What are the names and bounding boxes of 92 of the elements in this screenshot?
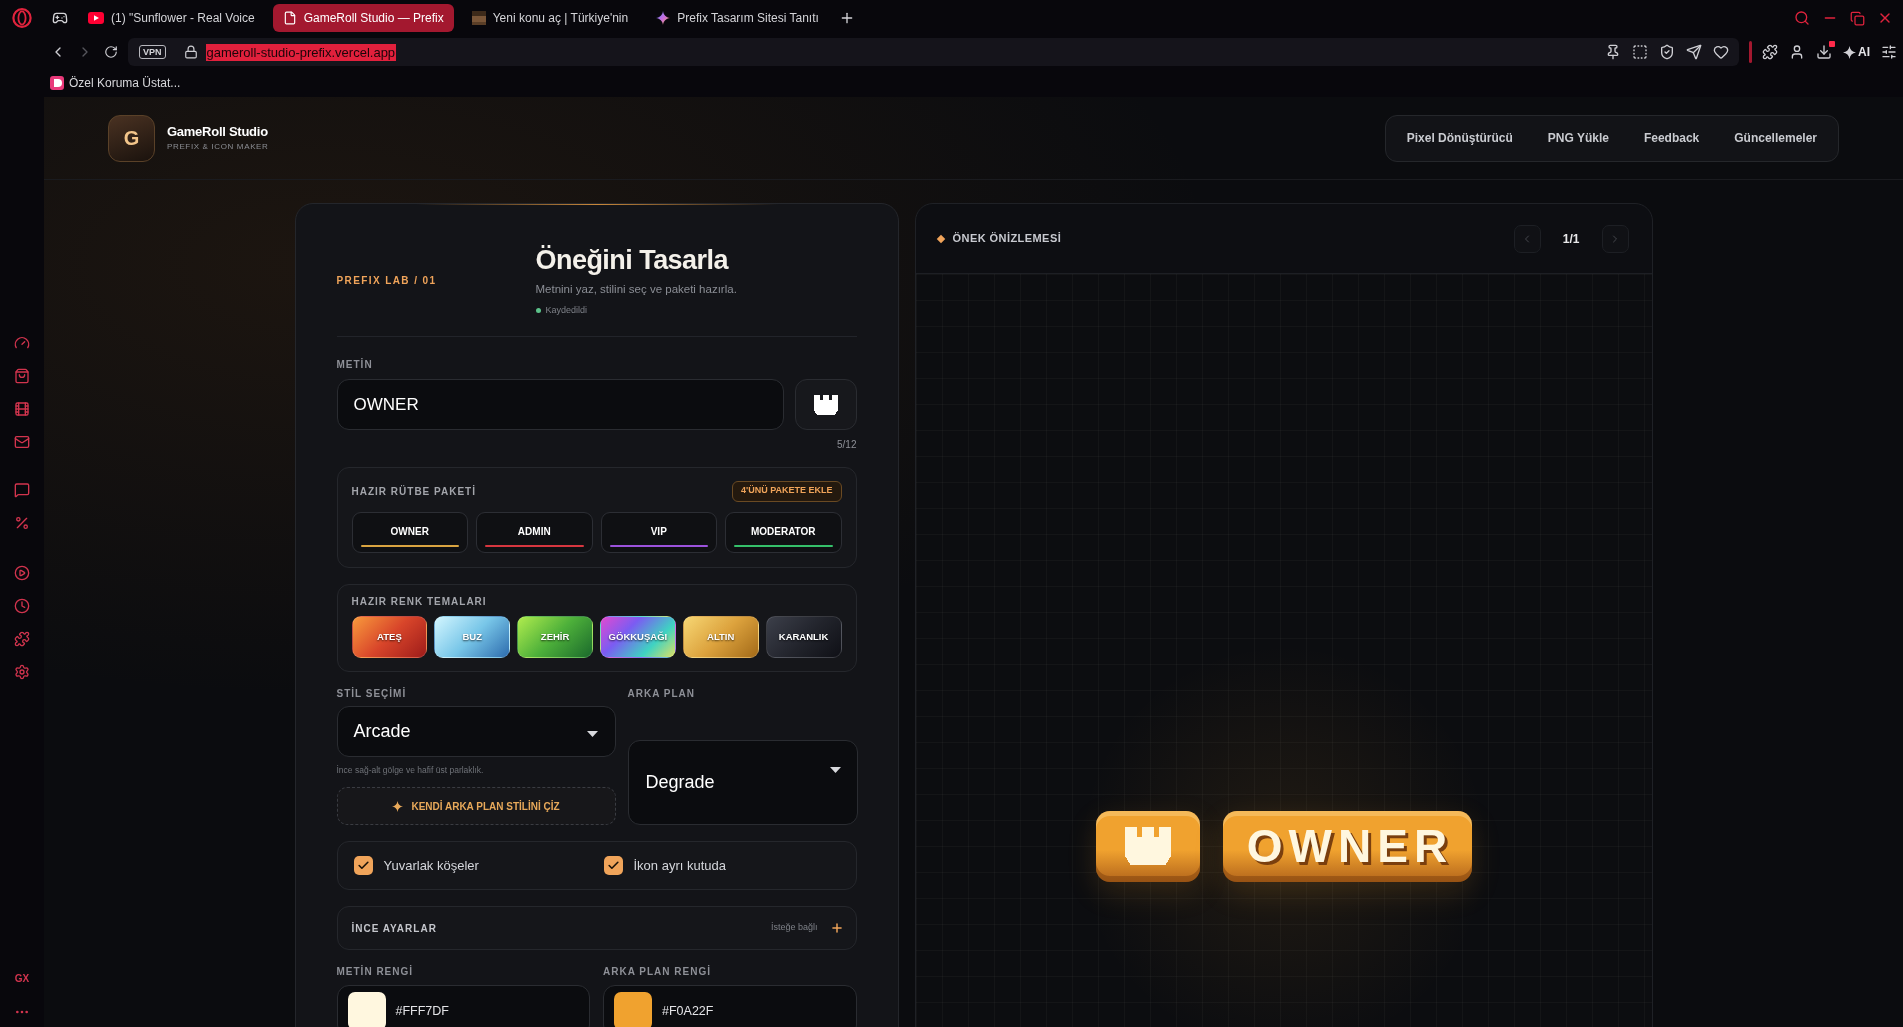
plus-icon[interactable] (829, 921, 844, 935)
browser-tab[interactable]: Prefix Tasarım Sitesi Tanıtı (646, 4, 829, 32)
check-icon (356, 859, 370, 872)
crown-icon (1124, 827, 1171, 866)
sparkle-icon (1843, 45, 1856, 59)
address-bar[interactable]: VPN gameroll-studio-prefix.vercel.app (128, 38, 1739, 66)
field-label: METİN (336, 359, 373, 371)
download-icon[interactable] (1816, 44, 1832, 60)
ai-button[interactable]: AI (1843, 43, 1870, 61)
url-text[interactable]: gameroll-studio-prefix.vercel.app (205, 43, 397, 61)
field-label: ARKA PLAN RENGİ (603, 966, 711, 978)
pixel-tile-icon (471, 11, 486, 25)
lock-icon (183, 45, 198, 59)
film-icon[interactable] (14, 401, 30, 417)
paper-plane-icon[interactable] (1686, 44, 1702, 60)
preview-title: ÖNEK ÖNİZLEMESİ (952, 231, 1062, 247)
checkbox[interactable] (353, 856, 373, 875)
pin-icon[interactable] (1605, 44, 1621, 60)
shopping-bag-icon[interactable] (14, 368, 30, 384)
panel-title: Öneğini Tasarla (535, 244, 728, 276)
draw-background-button[interactable]: KENDİ ARKA PLAN STİLİNİ ÇİZ (336, 787, 616, 825)
card-title: HAZIR RÜTBE PAKETİ (351, 484, 476, 499)
checkbox[interactable] (603, 856, 623, 875)
browser-tab[interactable]: (1) "Sunflower - Real Voice (78, 4, 265, 32)
search-icon[interactable] (1794, 10, 1810, 26)
rank-preset-button[interactable]: VIP (600, 512, 717, 553)
nav-link[interactable]: PNG Yükle (1531, 120, 1625, 156)
vpn-badge[interactable]: VPN (139, 45, 166, 59)
play-circle-icon[interactable] (14, 565, 30, 581)
section-eyebrow: PREFIX LAB / 01 (336, 273, 437, 288)
dashed-square-icon[interactable] (1632, 44, 1648, 60)
checkbox-label[interactable]: Yuvarlak köşeler (383, 855, 479, 876)
restore-icon[interactable] (1850, 10, 1865, 26)
mail-icon[interactable] (14, 434, 30, 450)
character-counter: 5/12 (837, 439, 857, 451)
app-title: GameRoll Studio (167, 124, 268, 140)
shield-check-icon[interactable] (1659, 44, 1675, 60)
card-title: HAZIR RENK TEMALARI (351, 596, 487, 608)
field-label: ARKA PLAN (627, 688, 695, 700)
percent-icon[interactable] (14, 515, 30, 531)
ring-logo-icon[interactable] (12, 8, 32, 28)
save-status: Kaydedildi (545, 305, 588, 316)
sparkle-icon (392, 800, 404, 812)
dropdown-caret-icon (829, 767, 841, 773)
color-field[interactable]: #F0A22F (603, 985, 857, 1027)
checkbox-label[interactable]: İkon ayrı kutuda (633, 855, 726, 876)
gauge-icon[interactable] (14, 335, 30, 351)
settings-icon[interactable] (14, 664, 30, 680)
card-title: İNCE AYARLAR (351, 921, 437, 936)
bookmark-item[interactable]: Özel Koruma Üstat... (50, 73, 181, 92)
dropdown-caret-icon (586, 730, 598, 737)
app-logo[interactable]: G (108, 114, 155, 162)
style-hint: İnce sağ-alt gölge ve hafif üst parlaklık. (336, 764, 484, 776)
text-input[interactable]: OWNER (336, 379, 784, 430)
refresh-icon[interactable] (104, 45, 118, 59)
rank-preset-button[interactable]: MODERATOR (725, 512, 842, 553)
nav-link[interactable]: Güncellemeler (1718, 120, 1833, 156)
app-tile-icon (50, 75, 64, 90)
rank-preset-button[interactable]: OWNER (351, 512, 468, 553)
check-icon (606, 859, 620, 872)
color-theme-button[interactable]: KARANLIK (765, 616, 842, 658)
optional-note: İsteğe bağlı (770, 921, 818, 935)
color-field[interactable]: #FFF7DF (336, 985, 590, 1027)
color-theme-button[interactable]: ATEŞ (351, 616, 428, 658)
play-tile-icon (88, 12, 104, 24)
four-point-star-icon (656, 11, 671, 25)
nav-link[interactable]: Feedback (1627, 120, 1716, 156)
panel-subtitle: Metnini yaz, stilini seç ve paketi hazırla. (535, 282, 737, 296)
heart-icon[interactable] (1713, 44, 1729, 60)
sidebar-brand-label[interactable]: GX (14, 973, 30, 985)
add-to-pack-button[interactable]: 4'ÜNÜ PAKETE EKLE (732, 480, 842, 502)
nav-link[interactable]: Pixel Dönüştürücü (1390, 120, 1529, 156)
style-select[interactable]: Arcade (336, 706, 616, 757)
page-indicator: 1/1 (1562, 230, 1580, 248)
color-swatch[interactable] (614, 992, 652, 1027)
browser-tab[interactable]: Yeni konu aç | Türkiye'nin (461, 4, 639, 32)
browser-tab[interactable]: GameRoll Studio — Prefix (272, 4, 454, 32)
background-select[interactable]: Degrade (627, 740, 858, 825)
clock-icon[interactable] (14, 598, 30, 614)
badge-label: OWNER (1222, 811, 1472, 882)
gamepad-icon[interactable] (52, 10, 68, 26)
field-label: METİN RENGİ (336, 966, 414, 978)
app-subtitle: PREFIX & ICON MAKER (167, 141, 269, 152)
rank-preset-button[interactable]: ADMIN (476, 512, 593, 553)
crown-icon (813, 394, 838, 415)
field-label: STİL SEÇİMİ (336, 688, 407, 700)
color-swatch[interactable] (347, 992, 386, 1027)
chat-bubble-icon[interactable] (14, 482, 30, 498)
person-icon[interactable] (1789, 44, 1805, 60)
sliders-icon[interactable] (1881, 44, 1897, 60)
document-icon (282, 11, 297, 25)
icon-picker-button[interactable] (794, 379, 857, 430)
